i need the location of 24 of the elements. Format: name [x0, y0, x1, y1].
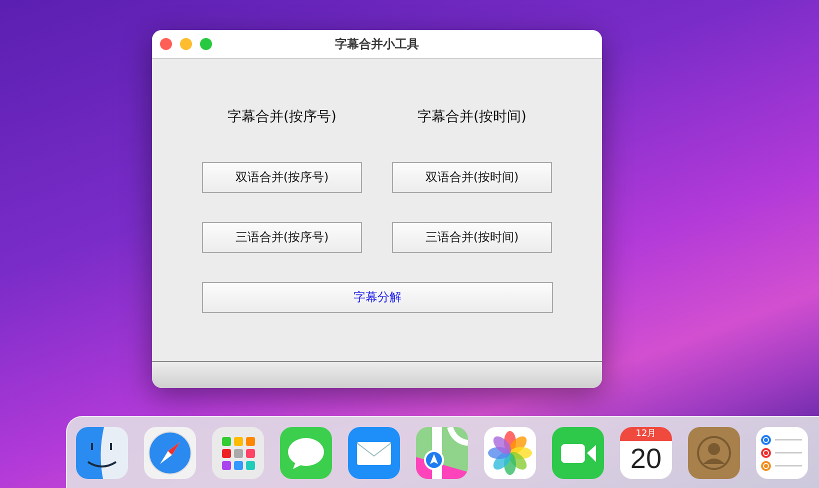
- merge-button[interactable]: 双语合并(按序号): [202, 162, 362, 193]
- envelope-icon[interactable]: [348, 427, 400, 479]
- compass-icon[interactable]: [144, 427, 196, 479]
- calendar-icon[interactable]: 12月 20: [620, 427, 672, 479]
- flower-icon[interactable]: [484, 427, 536, 479]
- window-title: 字幕合并小工具: [335, 36, 419, 52]
- calendar-day: 20: [620, 441, 672, 479]
- video-camera-icon[interactable]: [552, 427, 604, 479]
- merge-button[interactable]: 双语合并(按时间): [392, 162, 552, 193]
- speech-bubble-icon[interactable]: [280, 427, 332, 479]
- merge-button[interactable]: 三语合并(按时间): [392, 222, 552, 253]
- section-heading: 字幕合并(按时间): [416, 108, 528, 127]
- person-icon[interactable]: [688, 427, 740, 479]
- maximize-icon[interactable]: [200, 38, 212, 50]
- checklist-icon[interactable]: [756, 427, 808, 479]
- close-icon[interactable]: [160, 38, 172, 50]
- merge-button[interactable]: 三语合并(按序号): [202, 222, 362, 253]
- app-grid-icon[interactable]: [212, 427, 264, 479]
- minimize-icon[interactable]: [180, 38, 192, 50]
- map-icon[interactable]: [416, 427, 468, 479]
- calendar-month: 12月: [620, 427, 672, 441]
- split-button[interactable]: 字幕分解: [202, 282, 553, 313]
- section-heading: 字幕合并(按序号): [226, 108, 338, 127]
- finder-face-icon[interactable]: [76, 427, 128, 479]
